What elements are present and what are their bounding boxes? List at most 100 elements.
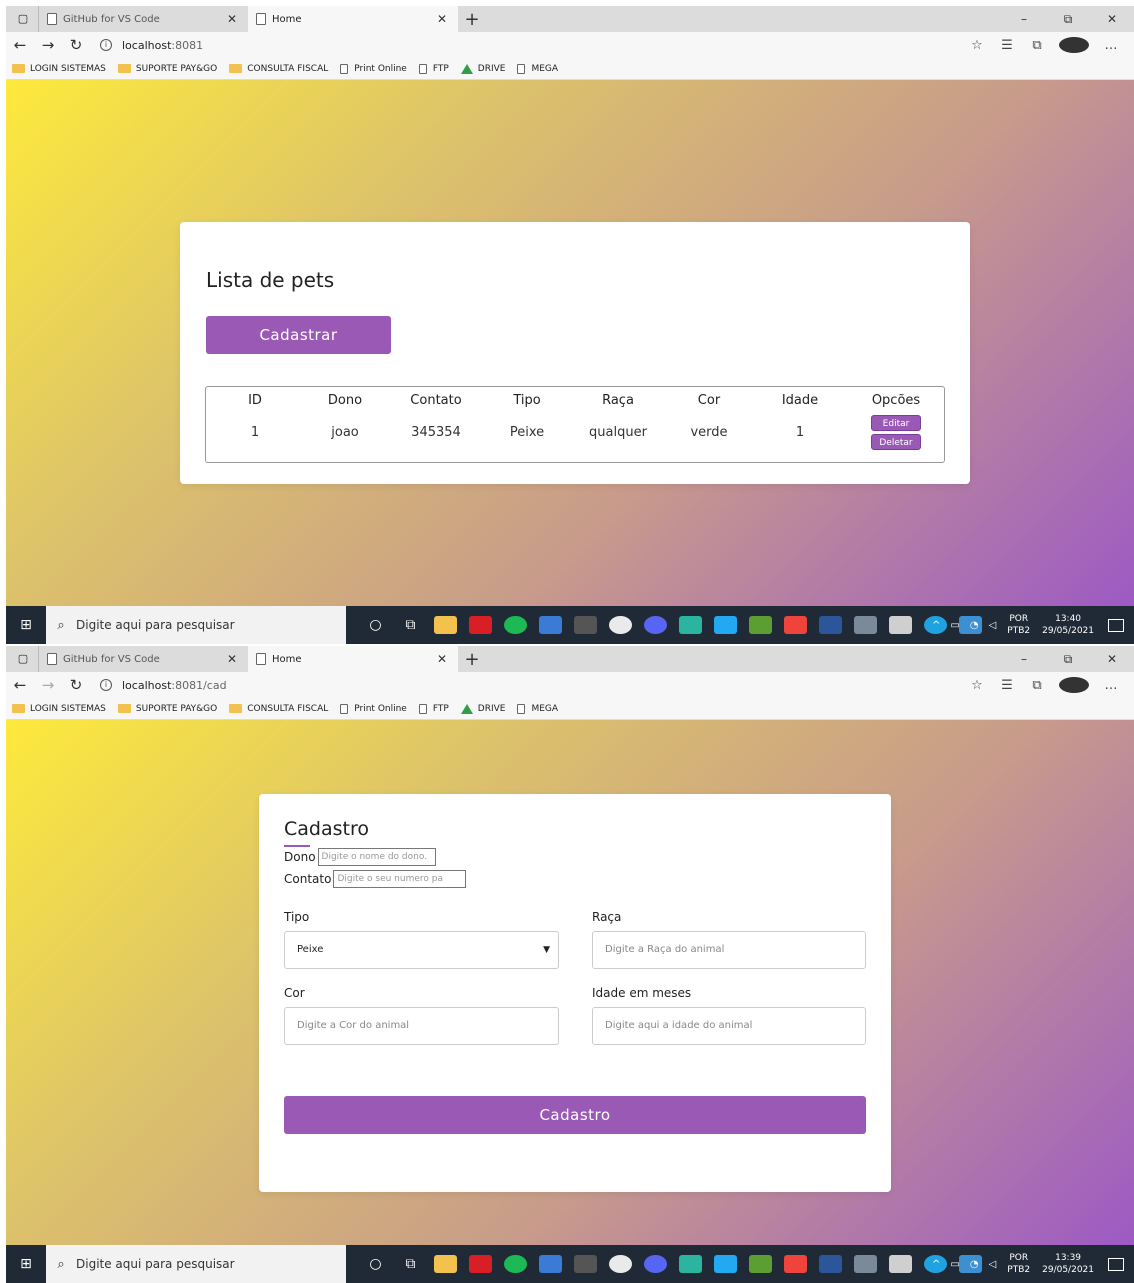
taskbar-search[interactable]: ⌕ Digite aqui para pesquisar (46, 606, 346, 644)
windows-start-icon[interactable]: ⊞ (6, 1256, 46, 1272)
bookmark-ftp[interactable]: FTP (418, 63, 449, 74)
netflix-icon[interactable] (469, 616, 492, 634)
vscode-icon[interactable] (714, 616, 737, 634)
submit-button[interactable]: Cadastro (284, 1096, 866, 1134)
minimize-button[interactable]: – (1002, 646, 1046, 672)
minimize-button[interactable]: – (1002, 6, 1046, 32)
paint-icon[interactable] (854, 1255, 877, 1273)
bookmark-mega[interactable]: MEGA (517, 63, 558, 74)
bookmark-consulta-fiscal[interactable]: CONSULTA FISCAL (229, 704, 328, 714)
bookmark-consulta-fiscal[interactable]: CONSULTA FISCAL (229, 64, 328, 74)
favorites-list-icon[interactable]: ☰ (992, 678, 1022, 693)
volume-icon[interactable]: ◁ (989, 1259, 997, 1270)
new-tab-button[interactable]: + (458, 9, 486, 30)
back-icon[interactable]: ← (6, 36, 34, 54)
register-button[interactable]: Cadastrar (206, 316, 391, 354)
forward-icon[interactable]: → (34, 676, 62, 694)
close-window-button[interactable]: ✕ (1090, 646, 1134, 672)
obs-icon[interactable] (609, 1255, 632, 1273)
dono-input[interactable]: Digite o nome do dono. (317, 848, 436, 866)
bookmark-login-sistemas[interactable]: LOGIN SISTEMAS (12, 64, 106, 74)
more-menu-icon[interactable]: … (1096, 678, 1126, 693)
tab-home[interactable]: Home ✕ (248, 646, 458, 672)
language-indicator[interactable]: POR PTB2 (1007, 1252, 1030, 1276)
bookmark-drive[interactable]: DRIVE (460, 703, 505, 714)
favorites-list-icon[interactable]: ☰ (992, 38, 1022, 53)
volume-icon[interactable]: ◁ (989, 620, 997, 631)
bookmark-print-online[interactable]: Print Online (340, 703, 407, 714)
wifi-icon[interactable]: ◔ (970, 1259, 979, 1270)
tab-actions-icon[interactable]: ▢ (16, 12, 30, 26)
url-field[interactable]: localhost:8081 (122, 39, 203, 52)
favorite-star-icon[interactable]: ☆ (962, 678, 992, 693)
tab-home[interactable]: Home ✕ (248, 6, 458, 32)
word-icon[interactable] (819, 1255, 842, 1273)
avatar[interactable] (1059, 37, 1089, 53)
terminal-icon[interactable] (889, 616, 912, 634)
avatar[interactable] (1059, 677, 1089, 693)
bookmark-print-online[interactable]: Print Online (340, 63, 407, 74)
tipo-select[interactable]: Peixe ▼ (284, 931, 559, 969)
notification-icon[interactable] (1108, 1257, 1124, 1271)
network-icon[interactable]: ▭ (950, 1259, 959, 1270)
cortana-icon[interactable]: ○ (364, 617, 387, 633)
task-view-icon[interactable]: ⧉ (399, 617, 422, 633)
file-explorer-icon[interactable] (434, 1255, 457, 1273)
word-icon[interactable] (819, 616, 842, 634)
favorite-star-icon[interactable]: ☆ (962, 38, 992, 53)
tab-github[interactable]: GitHub for VS Code ✕ (38, 646, 248, 672)
edit-button[interactable]: Editar (871, 415, 921, 431)
spotify-icon[interactable] (504, 616, 527, 634)
anydesk-icon[interactable] (784, 1255, 807, 1273)
notification-icon[interactable] (1108, 618, 1124, 632)
task-view-icon[interactable]: ⧉ (399, 1256, 422, 1272)
taskbar-search[interactable]: ⌕ Digite aqui para pesquisar (46, 1245, 346, 1283)
info-icon[interactable]: i (100, 679, 112, 691)
forward-icon[interactable]: → (34, 36, 62, 54)
contato-input[interactable]: Digite o seu numero pa (333, 870, 467, 888)
close-window-button[interactable]: ✕ (1090, 6, 1134, 32)
info-icon[interactable]: i (100, 39, 112, 51)
netflix-icon[interactable] (469, 1255, 492, 1273)
bookmark-ftp[interactable]: FTP (418, 703, 449, 714)
close-icon[interactable]: ✕ (434, 652, 450, 666)
windows-start-icon[interactable]: ⊞ (6, 617, 46, 633)
collections-icon[interactable]: ⧉ (1022, 678, 1052, 693)
discord-icon[interactable] (644, 616, 667, 634)
bookmark-drive[interactable]: DRIVE (460, 63, 505, 74)
spotify-icon[interactable] (504, 1255, 527, 1273)
clock[interactable]: 13:40 29/05/2021 (1042, 613, 1094, 637)
anydesk-icon[interactable] (784, 616, 807, 634)
store-icon[interactable] (539, 1255, 562, 1273)
idade-input[interactable]: Digite aqui a idade do animal (592, 1007, 866, 1045)
bookmark-suporte-paygo[interactable]: SUPORTE PAY&GO (117, 64, 217, 74)
collections-icon[interactable]: ⧉ (1022, 38, 1052, 53)
wifi-icon[interactable]: ◔ (970, 620, 979, 631)
app-icon[interactable] (679, 1255, 702, 1273)
minecraft-icon[interactable] (749, 616, 772, 634)
refresh-icon[interactable]: ↻ (62, 36, 90, 54)
raca-input[interactable]: Digite a Raça do animal (592, 931, 866, 969)
tab-github[interactable]: GitHub for VS Code ✕ (38, 6, 248, 32)
bookmark-suporte-paygo[interactable]: SUPORTE PAY&GO (117, 704, 217, 714)
maximize-button[interactable]: ⧉ (1046, 6, 1090, 32)
refresh-icon[interactable]: ↻ (62, 676, 90, 694)
file-explorer-icon[interactable] (434, 616, 457, 634)
close-icon[interactable]: ✕ (434, 12, 450, 26)
new-tab-button[interactable]: + (458, 649, 486, 670)
url-field[interactable]: localhost:8081/cad (122, 679, 227, 692)
cortana-icon[interactable]: ○ (364, 1256, 387, 1272)
epic-games-icon[interactable] (574, 616, 597, 634)
epic-games-icon[interactable] (574, 1255, 597, 1273)
language-indicator[interactable]: POR PTB2 (1007, 613, 1030, 637)
paint-icon[interactable] (854, 616, 877, 634)
chevron-up-icon[interactable]: ^ (932, 1259, 940, 1270)
back-icon[interactable]: ← (6, 676, 34, 694)
clock[interactable]: 13:39 29/05/2021 (1042, 1252, 1094, 1276)
terminal-icon[interactable] (889, 1255, 912, 1273)
delete-button[interactable]: Deletar (871, 434, 921, 450)
store-icon[interactable] (539, 616, 562, 634)
close-icon[interactable]: ✕ (224, 12, 240, 26)
app-icon[interactable] (679, 616, 702, 634)
network-icon[interactable]: ▭ (950, 620, 959, 631)
